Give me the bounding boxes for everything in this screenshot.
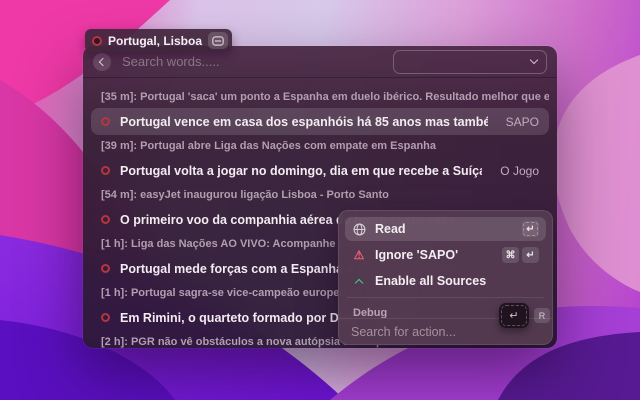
- r-keycap: R: [534, 308, 550, 323]
- location-pill[interactable]: Portugal, Lisboa: [85, 29, 232, 52]
- globe-icon: [352, 223, 366, 236]
- feed-item-title: Portugal volta a jogar no domingo, dia e…: [120, 164, 482, 178]
- feed-item[interactable]: Portugal vence em casa dos espanhóis há …: [91, 108, 549, 135]
- feed-group: [39 m]: Portugal abre Liga das Nações co…: [91, 139, 549, 188]
- feed-item-title: Portugal vence em casa dos espanhóis há …: [120, 115, 488, 129]
- location-pill-label: Portugal, Lisboa: [108, 35, 202, 47]
- record-icon: [101, 313, 110, 322]
- feed-group-header: [35 m]: Portugal 'saca' um ponto a Espan…: [91, 90, 549, 105]
- return-key: ↵: [522, 247, 539, 263]
- action-menu-item-label: Ignore 'SAPO': [375, 248, 458, 262]
- menu-separator: [347, 297, 544, 298]
- record-icon: [101, 117, 110, 126]
- command-key: ⌘: [502, 247, 519, 263]
- action-menu-body: Read↵⚠Ignore 'SAPO'⌘↵Enable all SourcesD…: [339, 211, 552, 318]
- action-menu-item-label: Read: [375, 222, 406, 236]
- shortcut-keys: ↵: [522, 221, 539, 237]
- feed-item[interactable]: Portugal volta a jogar no domingo, dia e…: [91, 157, 549, 184]
- tray-icon: [212, 36, 224, 46]
- action-menu-item-label: Enable all Sources: [375, 274, 486, 288]
- tray-button[interactable]: [208, 32, 228, 49]
- record-icon: [101, 215, 110, 224]
- record-icon: [101, 166, 110, 175]
- search-input[interactable]: [120, 53, 384, 70]
- record-icon: [92, 36, 102, 46]
- feed-item-source: O Jogo: [492, 164, 539, 178]
- app-window: [35 m]: Portugal 'saca' um ponto a Espan…: [83, 46, 557, 348]
- feed-item-source: SAPO: [498, 115, 539, 129]
- chevron-left-icon: [99, 57, 107, 65]
- feed-group-header: [54 m]: easyJet inaugurou ligação Lisboa…: [91, 188, 549, 203]
- return-keycap: ↵: [499, 303, 529, 328]
- chevron-down-icon: [530, 56, 538, 64]
- caret-up-icon: [352, 277, 366, 286]
- return-key: ↵: [522, 221, 539, 237]
- action-menu: Read↵⚠Ignore 'SAPO'⌘↵Enable all SourcesD…: [338, 210, 553, 345]
- filter-dropdown[interactable]: [393, 50, 547, 74]
- action-menu-item[interactable]: ⚠ Ignore 'SAPO' ⌘↵: [345, 243, 546, 267]
- action-menu-item[interactable]: Enable all Sources: [345, 269, 546, 293]
- warning-icon: ⚠: [352, 249, 366, 261]
- feed-group: [35 m]: Portugal 'saca' um ponto a Espan…: [91, 90, 549, 139]
- caret-up-glyph: [355, 278, 363, 286]
- action-menu-item[interactable]: Read ↵: [345, 217, 546, 241]
- record-icon: [101, 264, 110, 273]
- shortcut-keys: ⌘↵: [502, 247, 539, 263]
- back-button[interactable]: [93, 53, 111, 71]
- desktop: Portugal, Lisboa [35 m]: Portugal 'saca'…: [0, 0, 640, 400]
- feed-group-header: [39 m]: Portugal abre Liga das Nações co…: [91, 139, 549, 154]
